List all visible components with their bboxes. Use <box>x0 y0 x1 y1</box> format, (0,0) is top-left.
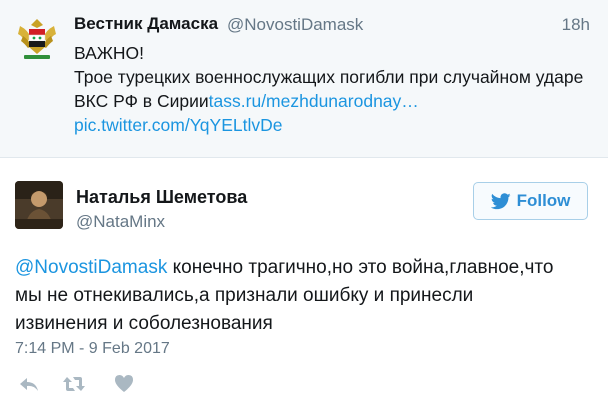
heart-icon[interactable] <box>114 374 134 398</box>
quoted-tweet-text: ВАЖНО! Трое турецких военнослужащих поги… <box>74 41 594 137</box>
mention-link[interactable]: @NovostiDamask <box>15 257 167 278</box>
user-photo-avatar[interactable] <box>15 181 63 229</box>
reply-tweet-text: @NovostiDamask конечно трагично,но это в… <box>15 254 595 338</box>
syria-coat-of-arms-icon[interactable] <box>14 16 60 62</box>
quoted-tweet-time[interactable]: 18h <box>562 15 590 35</box>
quoted-text-plain: ВКС РФ в Сирии <box>74 91 209 111</box>
quoted-author-name[interactable]: Вестник Дамаска <box>74 14 218 34</box>
quoted-text-line: Трое турецких военнослужащих погибли при… <box>74 67 584 87</box>
reply-author-name[interactable]: Наталья Шеметова <box>76 187 247 208</box>
twitter-bird-icon <box>490 192 511 209</box>
follow-label: Follow <box>516 191 571 210</box>
reply-text-line: @NovostiDamask конечно трагично,но это в… <box>15 254 595 282</box>
reply-text-line: мы не отнекивались,а признали ошибку и п… <box>15 285 474 306</box>
quoted-text-line: ВКС РФ в Сирииtass.ru/mezhdunarodnay… <box>74 89 594 113</box>
follow-button[interactable]: Follow <box>473 182 588 220</box>
tass-link[interactable]: tass.ru/mezhdunarodnay… <box>209 91 419 111</box>
pic-twitter-link[interactable]: pic.twitter.com/YqYELtlvDe <box>74 113 594 137</box>
reply-author-handle[interactable]: @NataMinx <box>76 212 165 232</box>
reply-text-rest: конечно трагично,но это война,главное,чт… <box>167 257 554 278</box>
quoted-text-line: ВАЖНО! <box>74 43 145 63</box>
quoted-tweet-card[interactable]: Вестник Дамаска @NovostiDamask 18h ВАЖНО… <box>0 0 608 158</box>
reply-icon[interactable] <box>18 374 40 399</box>
quoted-author-handle[interactable]: @NovostiDamask <box>227 15 363 35</box>
reply-text-line: извинения и соболезнования <box>15 313 273 334</box>
tweet-timestamp[interactable]: 7:14 PM - 9 Feb 2017 <box>15 340 170 358</box>
retweet-icon[interactable] <box>62 374 86 399</box>
